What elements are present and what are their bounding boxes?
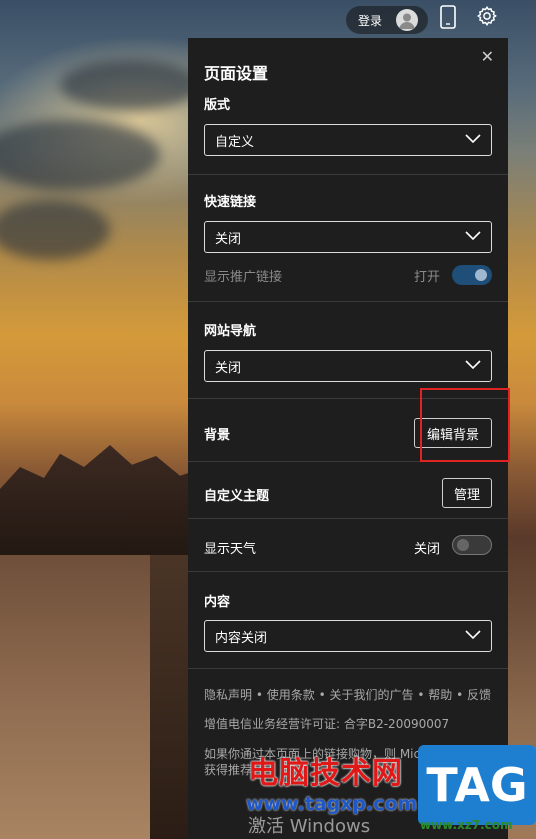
terms-link[interactable]: 使用条款 <box>267 688 315 702</box>
manage-theme-button[interactable]: 管理 <box>442 478 492 508</box>
help-link[interactable]: 帮助 <box>428 688 452 702</box>
weather-label: 显示天气 <box>204 542 257 557</box>
chevron-down-icon <box>465 134 481 144</box>
content-label: 内容 <box>204 595 231 610</box>
promo-links-state: 打开 <box>414 270 441 285</box>
chevron-down-icon <box>465 630 481 640</box>
separator: • <box>318 688 326 702</box>
phone-icon[interactable] <box>440 5 456 29</box>
divider <box>188 174 508 175</box>
toggle-knob <box>475 269 487 281</box>
site-nav-label: 网站导航 <box>204 324 257 339</box>
divider <box>188 571 508 572</box>
affiliate-notice-cont: 获得推荐 <box>204 763 253 777</box>
license-text: 增值电信业务经营许可证: 合字B2-20090007 <box>204 717 450 731</box>
watermark-site-name: 电脑技术网 <box>248 756 403 791</box>
background-label: 背景 <box>204 428 231 443</box>
layout-select[interactable]: 自定义 <box>204 124 492 156</box>
layout-value: 自定义 <box>215 134 255 150</box>
activate-windows-text: 激活 Windows <box>248 816 371 837</box>
privacy-link[interactable]: 隐私声明 <box>204 688 252 702</box>
promo-links-label: 显示推广链接 <box>204 270 283 285</box>
content-value: 内容关闭 <box>215 630 268 646</box>
tag-logo-url: www.xz7.com <box>420 818 513 832</box>
custom-theme-label: 自定义主题 <box>204 489 270 504</box>
feedback-link[interactable]: 反馈 <box>467 688 491 702</box>
site-nav-value: 关闭 <box>215 360 242 376</box>
quick-links-label: 快速链接 <box>204 195 257 210</box>
site-nav-select[interactable]: 关闭 <box>204 350 492 382</box>
separator: • <box>456 688 464 702</box>
divider <box>188 301 508 302</box>
cloud <box>60 60 200 110</box>
login-label: 登录 <box>358 13 383 28</box>
gear-icon[interactable] <box>476 5 498 27</box>
ads-link[interactable]: 关于我们的广告 <box>330 688 414 702</box>
weather-toggle[interactable] <box>452 535 492 555</box>
panel-title: 页面设置 <box>204 64 269 83</box>
layout-label: 版式 <box>204 98 231 113</box>
divider <box>188 668 508 669</box>
login-button[interactable]: 登录 <box>346 6 428 34</box>
chevron-down-icon <box>465 360 481 370</box>
divider <box>188 518 508 519</box>
top-bar: 登录 <box>0 0 536 36</box>
avatar <box>396 9 418 31</box>
promo-links-toggle[interactable] <box>452 265 492 285</box>
close-icon[interactable]: ✕ <box>481 49 494 65</box>
footer-links: 隐私声明 • 使用条款 • 关于我们的广告 • 帮助 • 反馈 <box>204 686 491 703</box>
highlight-box <box>420 388 510 462</box>
quick-links-select[interactable]: 关闭 <box>204 221 492 253</box>
content-select[interactable]: 内容关闭 <box>204 620 492 652</box>
toggle-knob <box>457 539 469 551</box>
tag-logo: TAG <box>418 745 536 825</box>
quick-links-value: 关闭 <box>215 231 242 247</box>
weather-state: 关闭 <box>414 542 441 557</box>
chevron-down-icon <box>465 231 481 241</box>
separator: • <box>255 688 263 702</box>
separator: • <box>417 688 425 702</box>
